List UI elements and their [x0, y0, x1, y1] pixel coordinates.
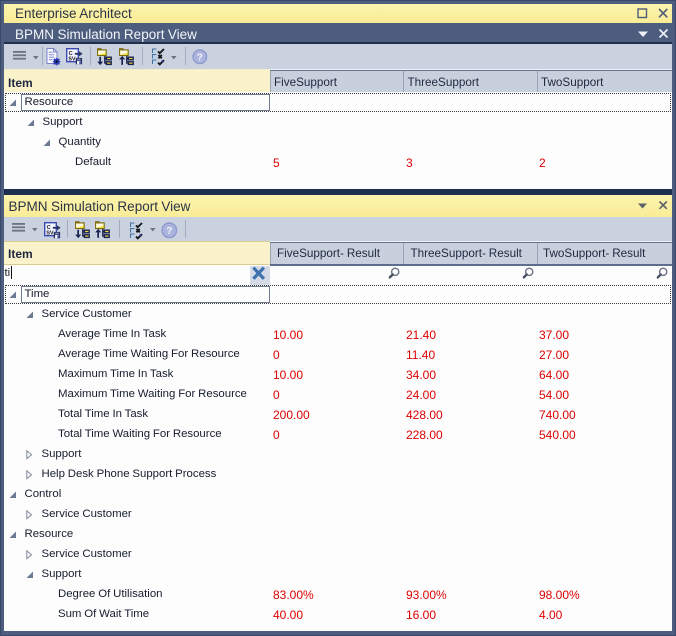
svg-text:?: ? [197, 53, 203, 64]
svg-text:SV: SV [46, 231, 54, 237]
svg-text:SV: SV [68, 57, 76, 63]
svg-text:?: ? [167, 226, 173, 237]
